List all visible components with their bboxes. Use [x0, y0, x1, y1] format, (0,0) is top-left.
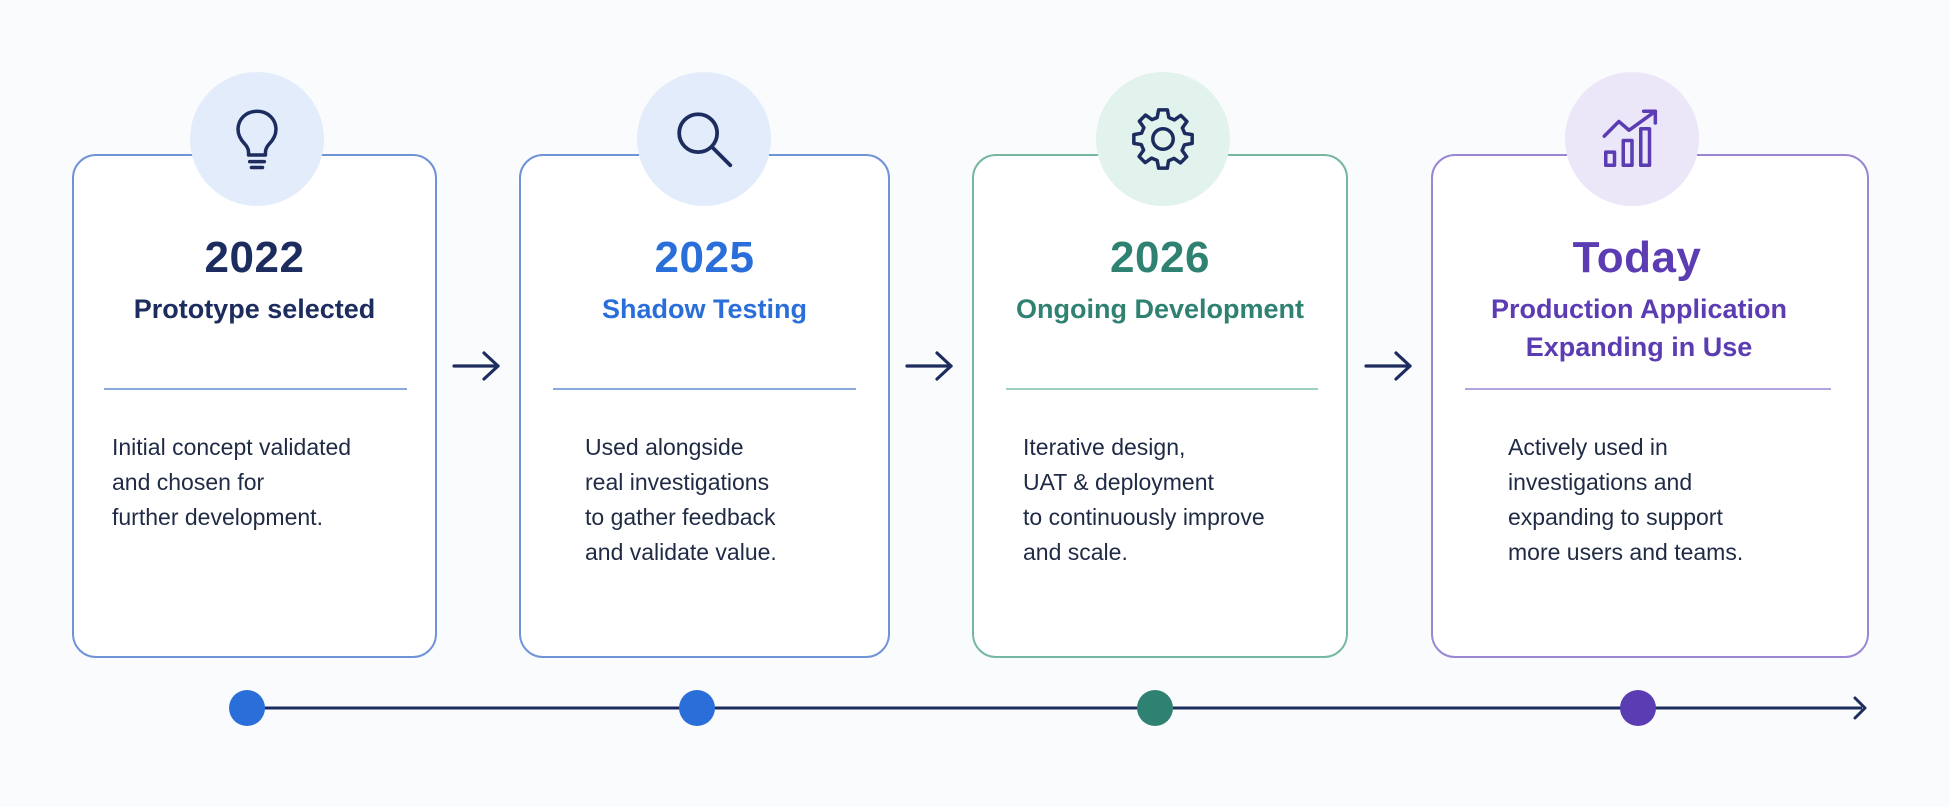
stage-title: Prototype selected [133, 294, 376, 324]
stage-description: Initial concept validated and chosen for… [112, 434, 352, 530]
stage-icon-badge-2026 [1096, 72, 1230, 206]
step-arrow [1361, 344, 1417, 388]
lightbulb-icon [236, 109, 278, 170]
timeline-axis [229, 690, 1867, 726]
arrow-right-icon [1364, 351, 1412, 381]
stage-divider [1006, 388, 1318, 390]
stage-icon-badge-2025 [637, 72, 771, 206]
arrow-right-icon [452, 351, 500, 381]
stage-description: Iterative design, UAT & deployment to co… [1023, 434, 1265, 565]
stage-title: Production Application Expanding in Use [1491, 294, 1787, 362]
step-arrow [902, 344, 958, 388]
stage-year: 2025 [654, 233, 755, 282]
stage-description: Used alongside real investigations to ga… [585, 434, 777, 565]
timeline-dot-2025 [679, 690, 715, 726]
magnifier-icon [677, 112, 733, 168]
stage-title: Ongoing Development [1015, 294, 1304, 324]
stage-title: Shadow Testing [601, 294, 807, 324]
stage-year: Today [1572, 233, 1702, 282]
gear-icon [1132, 108, 1194, 170]
stage-description: Actively used in investigations and expa… [1508, 434, 1744, 565]
stage-year: 2026 [1110, 233, 1210, 282]
stage-icon-badge-2022 [190, 72, 324, 206]
growth-chart-icon [1602, 109, 1658, 167]
timeline-dot-2026 [1137, 690, 1173, 726]
arrow-right-icon [905, 351, 953, 381]
stage-divider [553, 388, 856, 390]
stage-icon-badge-today [1565, 72, 1699, 206]
stage-divider [104, 388, 407, 390]
stage-divider [1465, 388, 1831, 390]
stage-year: 2022 [204, 233, 305, 282]
timeline-dot-today [1620, 690, 1656, 726]
step-arrow [449, 344, 505, 388]
timeline-diagram: 2022 Prototype selected Initial concept … [0, 0, 1950, 807]
timeline-dot-2022 [229, 690, 265, 726]
